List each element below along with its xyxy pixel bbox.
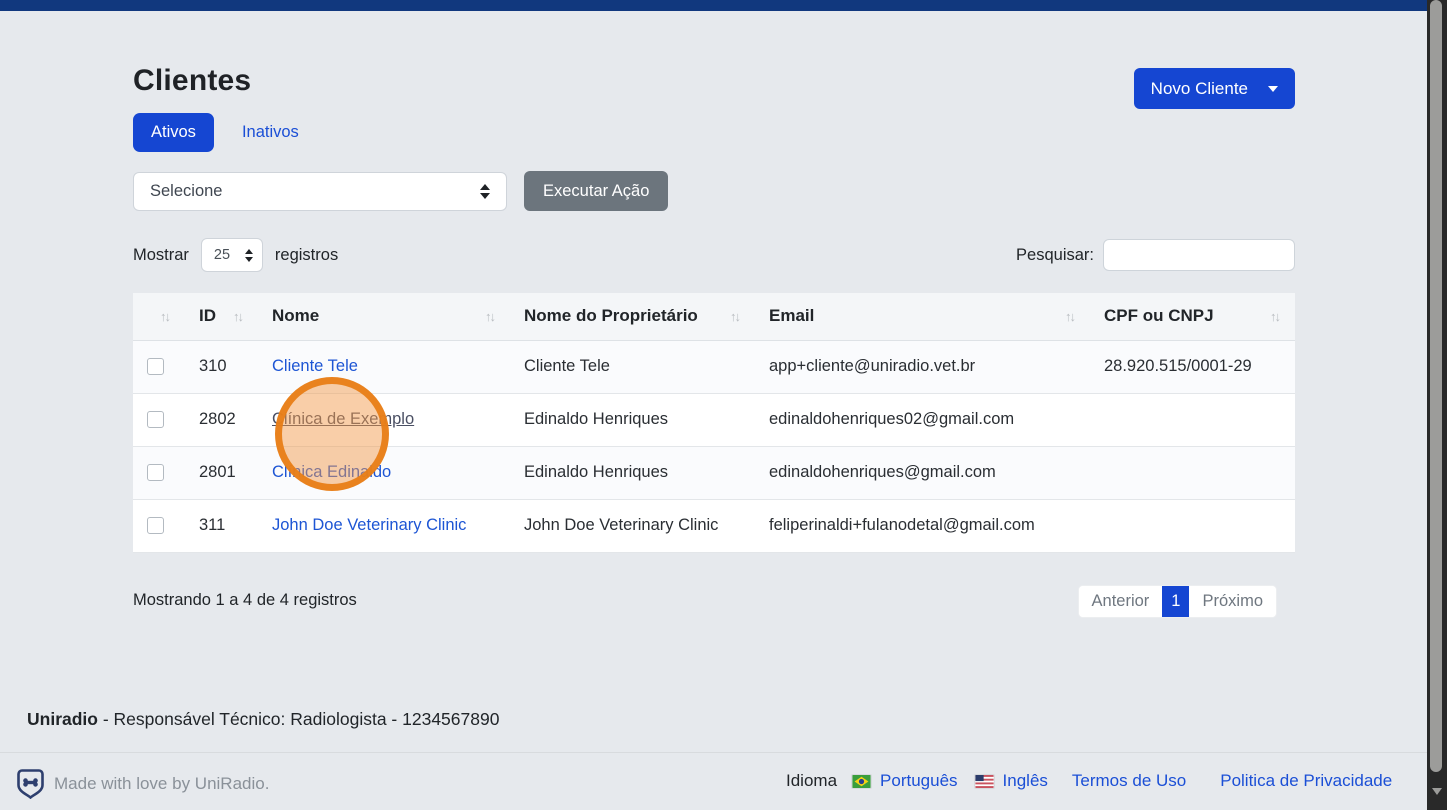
cell-proprietario: Cliente Tele: [510, 340, 755, 393]
table-row: 2801 Clínica Edinaldo Edinaldo Henriques…: [133, 446, 1295, 499]
cell-cpf-cnpj: [1090, 499, 1295, 552]
page-title: Clientes: [133, 64, 251, 98]
uniradio-shield-logo-icon: [16, 768, 45, 799]
cell-cpf-cnpj: [1090, 393, 1295, 446]
column-header-select[interactable]: ↑↓: [133, 293, 185, 340]
cell-cpf-cnpj: 28.920.515/0001-29: [1090, 340, 1295, 393]
cell-cpf-cnpj: [1090, 446, 1295, 499]
page-length-control: Mostrar 25 registros: [133, 238, 338, 272]
clients-table: ↑↓ ID↑↓ Nome↑↓ Nome do Proprietário↑↓ Em…: [133, 293, 1295, 553]
made-with-love-text: Made with love by UniRadio.: [54, 774, 269, 794]
cell-nome: Cliente Tele: [258, 340, 510, 393]
footer-divider: [0, 752, 1427, 753]
language-label: Idioma: [786, 771, 837, 791]
cell-proprietario: Edinaldo Henriques: [510, 393, 755, 446]
scrollbar-thumb[interactable]: [1430, 0, 1442, 772]
cell-email: feliperinaldi+fulanodetal@gmail.com: [755, 499, 1090, 552]
cell-nome: Clínica Edinaldo: [258, 446, 510, 499]
footer-branding: Made with love by UniRadio.: [16, 768, 269, 799]
search-label: Pesquisar:: [1016, 246, 1094, 265]
page-length-value: 25: [214, 247, 230, 263]
cell-select: [133, 499, 185, 552]
tab-inativos[interactable]: Inativos: [230, 123, 311, 142]
tab-ativos[interactable]: Ativos: [133, 113, 214, 152]
bulk-action-selected-value: Selecione: [150, 182, 222, 201]
records-label: registros: [275, 246, 338, 265]
row-checkbox[interactable]: [147, 517, 164, 534]
cell-email: app+cliente@uniradio.vet.br: [755, 340, 1090, 393]
column-header-id[interactable]: ID↑↓: [185, 293, 258, 340]
terms-of-use-link[interactable]: Termos de Uso: [1072, 771, 1186, 791]
sort-icon: ↑↓: [1270, 309, 1279, 324]
privacy-policy-link[interactable]: Politica de Privacidade: [1220, 771, 1392, 791]
table-row: 310 Cliente Tele Cliente Tele app+client…: [133, 340, 1295, 393]
table-summary: Mostrando 1 a 4 de 4 registros: [133, 591, 357, 610]
cell-id: 2802: [185, 393, 258, 446]
client-name-link[interactable]: Cliente Tele: [272, 357, 358, 375]
table-header-row: ↑↓ ID↑↓ Nome↑↓ Nome do Proprietário↑↓ Em…: [133, 293, 1295, 340]
client-name-link[interactable]: Clínica Edinaldo: [272, 463, 391, 481]
company-info: - Responsável Técnico: Radiologista - 12…: [98, 709, 499, 729]
chevron-down-icon: [1268, 86, 1278, 92]
sort-icon: ↑↓: [485, 309, 494, 324]
column-header-nome[interactable]: Nome↑↓: [258, 293, 510, 340]
bulk-action-select[interactable]: Selecione: [133, 172, 507, 211]
vertical-scrollbar[interactable]: [1427, 0, 1447, 810]
status-tabs: Ativos Inativos: [133, 113, 311, 152]
language-portugues-link[interactable]: Português: [880, 771, 958, 791]
language-ingles-link[interactable]: Inglês: [1003, 771, 1048, 791]
sort-icon: ↑↓: [233, 309, 242, 324]
brazil-flag-icon: [851, 774, 872, 789]
new-client-label: Novo Cliente: [1151, 79, 1248, 99]
select-arrows-icon: [480, 184, 490, 199]
pagination-previous[interactable]: Anterior: [1079, 586, 1163, 617]
select-arrows-icon: [245, 249, 253, 262]
cell-proprietario: Edinaldo Henriques: [510, 446, 755, 499]
table-row: 311 John Doe Veterinary Clinic John Doe …: [133, 499, 1295, 552]
execute-action-button[interactable]: Executar Ação: [524, 171, 668, 211]
cell-id: 2801: [185, 446, 258, 499]
row-checkbox[interactable]: [147, 464, 164, 481]
search-control: Pesquisar:: [1016, 239, 1295, 271]
sort-icon: ↑↓: [1065, 309, 1074, 324]
row-checkbox[interactable]: [147, 358, 164, 375]
cell-id: 311: [185, 499, 258, 552]
pagination-next[interactable]: Próximo: [1189, 586, 1276, 617]
clients-page: Clientes Novo Cliente Ativos Inativos Se…: [0, 0, 1447, 810]
us-flag-icon: [974, 774, 995, 789]
pagination-page-1[interactable]: 1: [1162, 586, 1189, 617]
row-checkbox[interactable]: [147, 411, 164, 428]
cell-nome: John Doe Veterinary Clinic: [258, 499, 510, 552]
cell-nome: Clínica de Exemplo: [258, 393, 510, 446]
sort-icon: ↑↓: [160, 309, 169, 324]
table-row: 2802 Clínica de Exemplo Edinaldo Henriqu…: [133, 393, 1295, 446]
footer-company-line: Uniradio - Responsável Técnico: Radiolog…: [27, 709, 499, 730]
cell-proprietario: John Doe Veterinary Clinic: [510, 499, 755, 552]
cell-select: [133, 446, 185, 499]
show-label: Mostrar: [133, 246, 189, 265]
search-input[interactable]: [1103, 239, 1295, 271]
column-header-proprietario[interactable]: Nome do Proprietário↑↓: [510, 293, 755, 340]
sort-icon: ↑↓: [730, 309, 739, 324]
scrollbar-down-arrow-icon[interactable]: [1432, 788, 1442, 795]
new-client-button[interactable]: Novo Cliente: [1134, 68, 1295, 109]
page-length-select[interactable]: 25: [201, 238, 263, 272]
footer-links: Idioma Português Inglês Termos de Uso Po…: [786, 771, 1392, 791]
cell-select: [133, 393, 185, 446]
client-name-link[interactable]: Clínica de Exemplo: [272, 410, 414, 428]
cell-select: [133, 340, 185, 393]
company-name: Uniradio: [27, 709, 98, 729]
column-header-cpf-cnpj[interactable]: CPF ou CNPJ↑↓: [1090, 293, 1295, 340]
cell-id: 310: [185, 340, 258, 393]
client-name-link[interactable]: John Doe Veterinary Clinic: [272, 516, 466, 534]
pagination: Anterior 1 Próximo: [1078, 585, 1277, 618]
top-accent-bar: [0, 0, 1427, 11]
cell-email: edinaldohenriques02@gmail.com: [755, 393, 1090, 446]
column-header-email[interactable]: Email↑↓: [755, 293, 1090, 340]
cell-email: edinaldohenriques@gmail.com: [755, 446, 1090, 499]
